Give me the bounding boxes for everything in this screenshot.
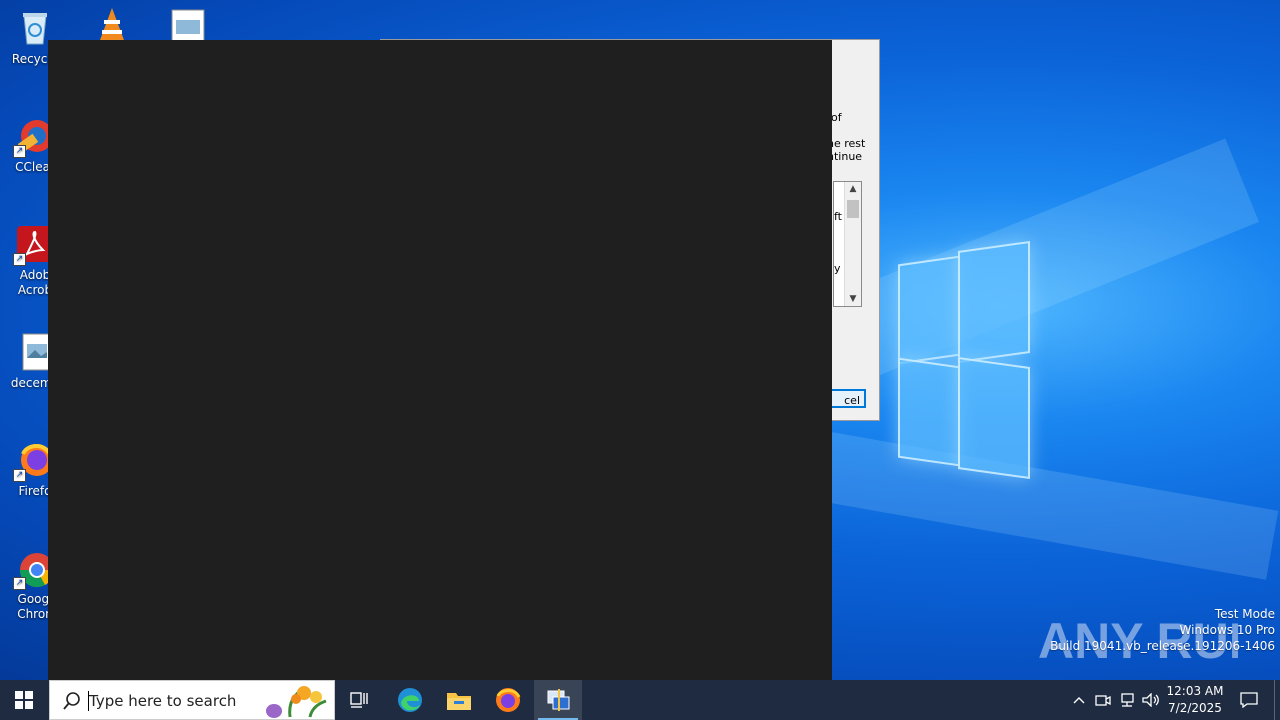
image-file-icon (171, 9, 205, 43)
network-icon (1121, 693, 1134, 707)
search-highlight-art-icon (266, 686, 327, 718)
shortcut-arrow-icon: ↗ (13, 145, 26, 158)
shortcut-arrow-icon: ↗ (13, 253, 26, 266)
taskbar-app-edge[interactable] (386, 680, 434, 720)
os-watermark: Test Mode Windows 10 Pro Build 19041.vb_… (1050, 606, 1275, 654)
camera-icon (1095, 695, 1111, 706)
desktop: Recycle ↗ CClear ↗ Adob Acrob decemb ↗ F… (0, 0, 1280, 680)
vlc-icon (100, 8, 124, 40)
scroll-down-icon[interactable]: ▼ (845, 292, 861, 306)
shortcut-arrow-icon: ↗ (13, 577, 26, 590)
scroll-up-icon[interactable]: ▲ (845, 182, 861, 196)
license-text-box[interactable]: ft y ▲ ▼ (833, 181, 862, 307)
desktop-icon-vlc[interactable] (94, 6, 130, 42)
taskbar-app-active-installer[interactable] (534, 680, 582, 720)
windows-logo-pane (958, 240, 1030, 364)
watermark-line: Test Mode (1214, 607, 1275, 621)
search-icon (63, 692, 80, 710)
windows-logo (880, 240, 1030, 480)
tray-icon-network[interactable] (1116, 680, 1138, 720)
taskbar: Type here to search (0, 680, 1280, 720)
search-placeholder: Type here to search (89, 692, 237, 710)
show-hidden-icons-button[interactable] (1068, 680, 1090, 720)
taskbar-app-file-explorer[interactable] (435, 680, 483, 720)
scroll-thumb[interactable] (847, 200, 859, 218)
task-view-button[interactable] (336, 680, 384, 720)
windows-start-icon (15, 691, 33, 709)
windows-logo-pane (898, 255, 960, 365)
tray-icon-meet-now[interactable] (1092, 680, 1114, 720)
chevron-up-icon (1073, 697, 1085, 704)
edge-icon (398, 688, 422, 712)
dialog-text-fragment: of (831, 111, 842, 124)
watermark-line: Windows 10 Pro (1179, 623, 1275, 637)
tray-icon-volume[interactable] (1140, 680, 1162, 720)
dialog-text-fragment: ntinue (827, 150, 863, 163)
clock-time: 12:03 AM (1166, 684, 1224, 698)
blank-dark-window[interactable] (48, 40, 832, 680)
firefox-icon (496, 688, 521, 712)
notification-icon (1240, 692, 1258, 708)
file-explorer-icon (447, 693, 471, 710)
taskbar-clock[interactable]: 12:03 AM 7/2/2025 (1160, 683, 1230, 717)
vertical-scrollbar[interactable]: ▲ ▼ (844, 182, 861, 306)
desktop-icon-image-file[interactable] (170, 8, 206, 43)
shortcut-arrow-icon: ↗ (13, 469, 26, 482)
watermark-line: Build 19041.vb_release.191206-1406 (1050, 639, 1275, 653)
dialog-text-fragment: y (834, 262, 841, 275)
taskbar-app-firefox[interactable] (484, 680, 532, 720)
dialog-text-fragment: ft (834, 210, 842, 223)
action-center-button[interactable] (1232, 680, 1266, 720)
task-view-icon (350, 692, 368, 708)
windows-logo-pane (898, 357, 960, 467)
show-desktop-button[interactable] (1274, 680, 1280, 720)
taskbar-search-box[interactable]: Type here to search (49, 680, 335, 720)
active-app-icon (547, 689, 570, 711)
start-button[interactable] (0, 680, 48, 720)
clock-date: 7/2/2025 (1168, 701, 1222, 715)
volume-icon (1142, 693, 1159, 707)
dialog-text-fragment: he rest (827, 137, 866, 150)
windows-logo-pane (958, 356, 1030, 480)
